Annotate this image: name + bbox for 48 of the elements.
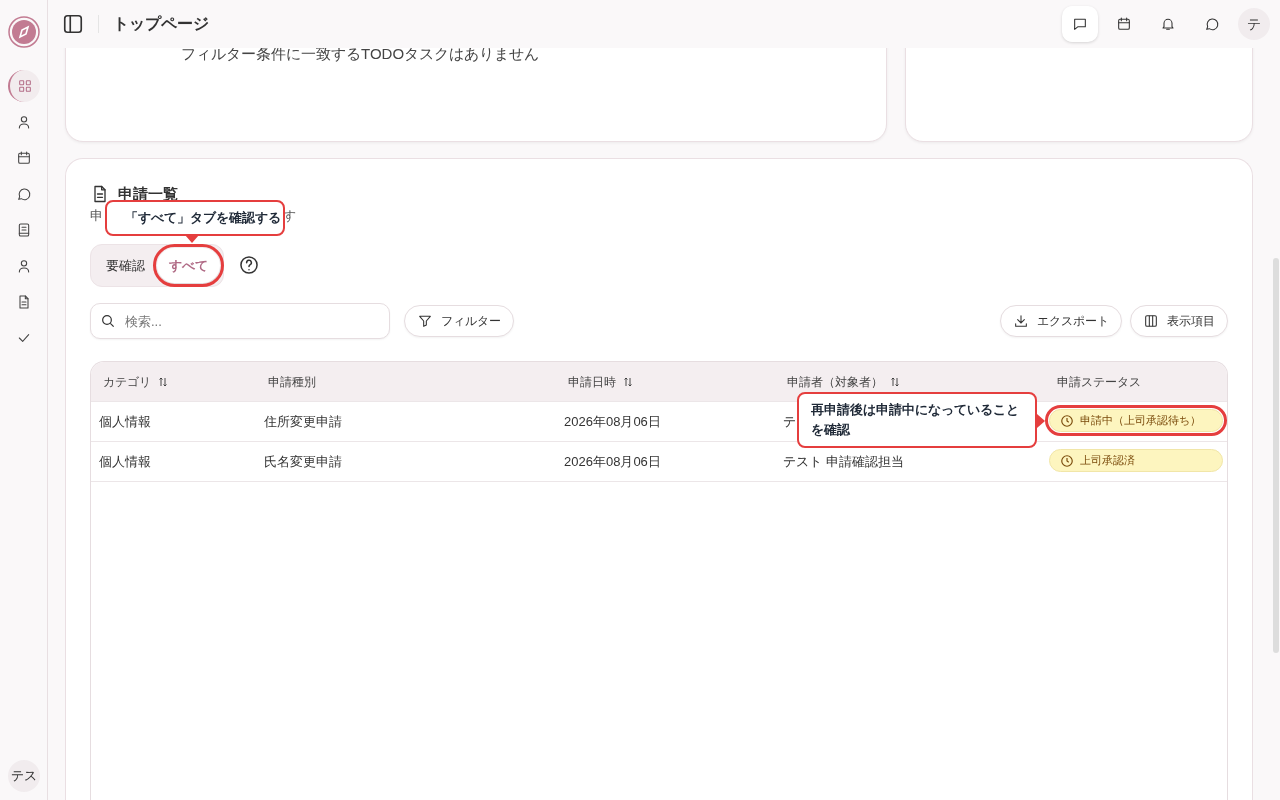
user-avatar[interactable]: テ: [1238, 8, 1270, 40]
tab[interactable]: 要確認: [94, 247, 157, 283]
table-cell: テスト 申請確認担当: [783, 453, 904, 469]
sidebar-toggle-icon: [62, 13, 84, 35]
sort-icon: [622, 375, 634, 388]
column-header: 申請種別: [268, 373, 316, 391]
page-title: トップページ: [98, 15, 209, 33]
callout-pointer: [1037, 414, 1045, 428]
table-cell: 個人情報: [99, 453, 151, 469]
columns-button[interactable]: 表示項目: [1130, 305, 1228, 337]
user-avatar[interactable]: テス: [7, 760, 40, 792]
sort-icon: [157, 375, 169, 388]
column-header[interactable]: 申請日時: [568, 372, 616, 391]
help-icon: [240, 256, 258, 275]
calendar-icon: [1116, 16, 1132, 32]
sidebar-item[interactable]: [7, 70, 40, 102]
columns-icon: [1143, 313, 1159, 329]
column-header: 申請ステータス: [1057, 373, 1141, 391]
export-icon: [1013, 313, 1029, 329]
table-cell: 2026年08月06日: [564, 413, 661, 429]
bell-icon: [1160, 16, 1176, 32]
search-field[interactable]: 検索...: [90, 303, 390, 339]
description-text: す: [283, 206, 296, 225]
clock-icon: [1060, 413, 1074, 428]
scrollbar[interactable]: [1273, 258, 1279, 653]
logo-icon: [7, 16, 40, 48]
description-text: 申: [90, 206, 103, 225]
calendar-icon: [15, 150, 32, 166]
status-badge: 上司承認済: [1049, 449, 1223, 472]
table-cell: 住所変更申請: [264, 413, 342, 429]
callout-pointer: [185, 235, 199, 243]
table-cell: 氏名変更申請: [264, 453, 342, 469]
filter-icon: [417, 313, 433, 329]
clock-icon: [1060, 453, 1074, 468]
sort-icon: [889, 375, 901, 388]
export-button[interactable]: エクスポート: [1000, 305, 1122, 337]
filter-button[interactable]: フィルター: [404, 305, 514, 337]
table-cell: 2026年08月06日: [564, 453, 661, 469]
table-cell: テ: [783, 413, 796, 429]
empty-message: フィルター条件に一致するTODOタスクはありません: [181, 44, 541, 64]
message-icon: [1072, 16, 1088, 32]
column-header[interactable]: カテゴリ: [103, 372, 151, 391]
column-header[interactable]: 申請者（対象者）: [787, 372, 883, 391]
table-cell: 個人情報: [99, 413, 151, 429]
toolbar-button[interactable]: [1062, 6, 1098, 42]
grid-icon: [16, 78, 33, 94]
chat-icon: [1204, 16, 1220, 32]
chat-icon: [15, 186, 32, 202]
